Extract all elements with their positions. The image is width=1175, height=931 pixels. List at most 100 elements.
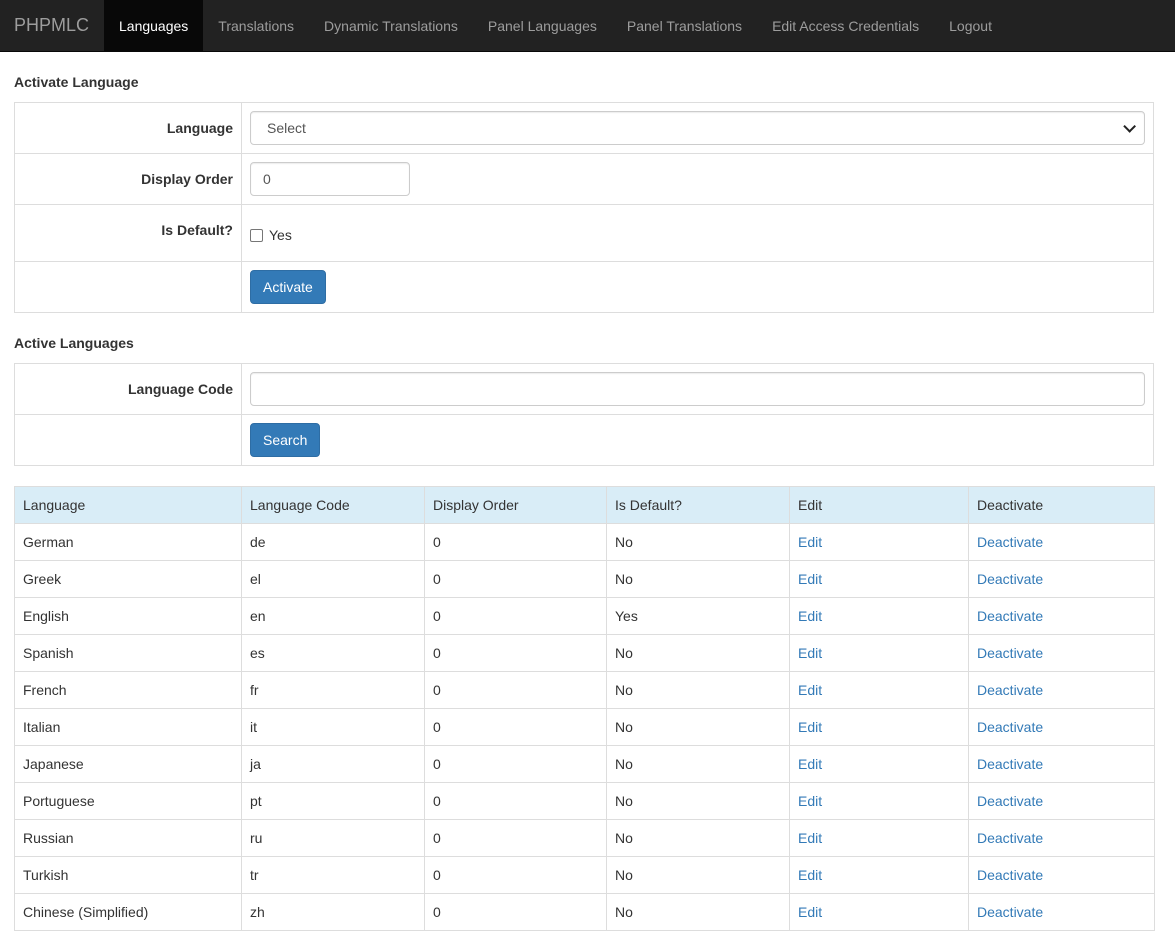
deactivate-cell: Deactivate	[968, 523, 1155, 561]
code-cell: fr	[241, 671, 425, 709]
table-row: Russian ru 0 No Edit Deactivate	[14, 819, 1155, 857]
edit-link[interactable]: Edit	[798, 645, 822, 661]
deactivate-link[interactable]: Deactivate	[977, 682, 1043, 698]
deactivate-link[interactable]: Deactivate	[977, 719, 1043, 735]
code-cell: ru	[241, 819, 425, 857]
table-row: Greek el 0 No Edit Deactivate	[14, 560, 1155, 598]
deactivate-cell: Deactivate	[968, 634, 1155, 672]
nav-panel-languages[interactable]: Panel Languages	[473, 0, 612, 51]
language-select[interactable]: Select	[250, 111, 1145, 145]
display-order-input[interactable]: 0	[250, 162, 410, 196]
top-navbar: PHPMLC Languages Translations Dynamic Tr…	[0, 0, 1175, 52]
code-cell: ja	[241, 745, 425, 783]
edit-link[interactable]: Edit	[798, 608, 822, 624]
edit-link[interactable]: Edit	[798, 682, 822, 698]
language-cell: French	[14, 671, 242, 709]
empty-label-cell	[14, 414, 242, 466]
code-cell: en	[241, 597, 425, 635]
chevron-down-icon	[1123, 119, 1136, 133]
is-default-cell: No	[606, 708, 790, 746]
language-cell: Greek	[14, 560, 242, 598]
deactivate-link[interactable]: Deactivate	[977, 830, 1043, 846]
language-cell: Portuguese	[14, 782, 242, 820]
activate-language-heading: Activate Language	[14, 74, 139, 90]
edit-link[interactable]: Edit	[798, 534, 822, 550]
deactivate-link[interactable]: Deactivate	[977, 867, 1043, 883]
language-select-value: Select	[267, 120, 306, 136]
order-cell: 0	[424, 708, 607, 746]
language-cell: German	[14, 523, 242, 561]
deactivate-link[interactable]: Deactivate	[977, 534, 1043, 550]
is-default-option-label[interactable]: Yes	[269, 227, 292, 243]
is-default-cell: No	[606, 893, 790, 931]
is-default-cell: Yes	[241, 204, 1154, 262]
deactivate-link[interactable]: Deactivate	[977, 756, 1043, 772]
edit-link[interactable]: Edit	[798, 867, 822, 883]
is-default-cell: No	[606, 856, 790, 894]
display-order-cell: 0	[241, 153, 1154, 205]
language-code-input[interactable]	[250, 372, 1145, 406]
nav-languages[interactable]: Languages	[104, 0, 204, 51]
edit-cell: Edit	[789, 708, 969, 746]
nav-edit-access-credentials[interactable]: Edit Access Credentials	[757, 0, 934, 51]
is-default-checkbox[interactable]	[250, 228, 263, 242]
deactivate-cell: Deactivate	[968, 745, 1155, 783]
edit-link[interactable]: Edit	[798, 904, 822, 920]
activate-button-cell: Activate	[241, 261, 1154, 313]
is-default-cell: No	[606, 671, 790, 709]
language-cell: Italian	[14, 708, 242, 746]
edit-link[interactable]: Edit	[798, 830, 822, 846]
table-header-row: Language Language Code Display Order Is …	[14, 486, 1155, 524]
edit-link[interactable]: Edit	[798, 719, 822, 735]
activate-language-form: Language Select Display Order 0 Is Defau…	[14, 102, 1154, 313]
deactivate-cell: Deactivate	[968, 708, 1155, 746]
table-row: English en 0 Yes Edit Deactivate	[14, 597, 1155, 635]
is-default-cell: No	[606, 634, 790, 672]
order-cell: 0	[424, 745, 607, 783]
edit-cell: Edit	[789, 523, 969, 561]
language-cell: English	[14, 597, 242, 635]
active-languages-table: Language Language Code Display Order Is …	[14, 486, 1155, 931]
edit-cell: Edit	[789, 893, 969, 931]
nav-dynamic-translations[interactable]: Dynamic Translations	[309, 0, 473, 51]
activate-button[interactable]: Activate	[250, 270, 326, 304]
nav-translations[interactable]: Translations	[203, 0, 309, 51]
deactivate-link[interactable]: Deactivate	[977, 645, 1043, 661]
empty-label-cell	[14, 261, 242, 313]
deactivate-cell: Deactivate	[968, 560, 1155, 598]
nav-panel-translations[interactable]: Panel Translations	[612, 0, 757, 51]
table-row: Portuguese pt 0 No Edit Deactivate	[14, 782, 1155, 820]
language-code-row: Language Code	[14, 363, 1154, 415]
table-row: Spanish es 0 No Edit Deactivate	[14, 634, 1155, 672]
deactivate-cell: Deactivate	[968, 782, 1155, 820]
is-default-cell: No	[606, 745, 790, 783]
deactivate-cell: Deactivate	[968, 856, 1155, 894]
order-cell: 0	[424, 893, 607, 931]
column-header-language: Language	[14, 486, 242, 524]
edit-link[interactable]: Edit	[798, 756, 822, 772]
search-button[interactable]: Search	[250, 423, 321, 457]
is-default-cell: No	[606, 560, 790, 598]
edit-cell: Edit	[789, 671, 969, 709]
brand-logo[interactable]: PHPMLC	[0, 0, 104, 51]
order-cell: 0	[424, 671, 607, 709]
column-header-deactivate: Deactivate	[968, 486, 1155, 524]
deactivate-cell: Deactivate	[968, 671, 1155, 709]
order-cell: 0	[424, 634, 607, 672]
deactivate-link[interactable]: Deactivate	[977, 904, 1043, 920]
table-row: German de 0 No Edit Deactivate	[14, 523, 1155, 561]
is-default-cell: No	[606, 523, 790, 561]
deactivate-link[interactable]: Deactivate	[977, 608, 1043, 624]
deactivate-cell: Deactivate	[968, 819, 1155, 857]
edit-cell: Edit	[789, 745, 969, 783]
edit-link[interactable]: Edit	[798, 571, 822, 587]
is-default-cell: Yes	[606, 597, 790, 635]
code-cell: it	[241, 708, 425, 746]
language-code-cell	[241, 363, 1154, 415]
order-cell: 0	[424, 560, 607, 598]
nav-logout[interactable]: Logout	[934, 0, 1007, 51]
deactivate-link[interactable]: Deactivate	[977, 793, 1043, 809]
edit-link[interactable]: Edit	[798, 793, 822, 809]
column-header-language-code: Language Code	[241, 486, 425, 524]
deactivate-link[interactable]: Deactivate	[977, 571, 1043, 587]
